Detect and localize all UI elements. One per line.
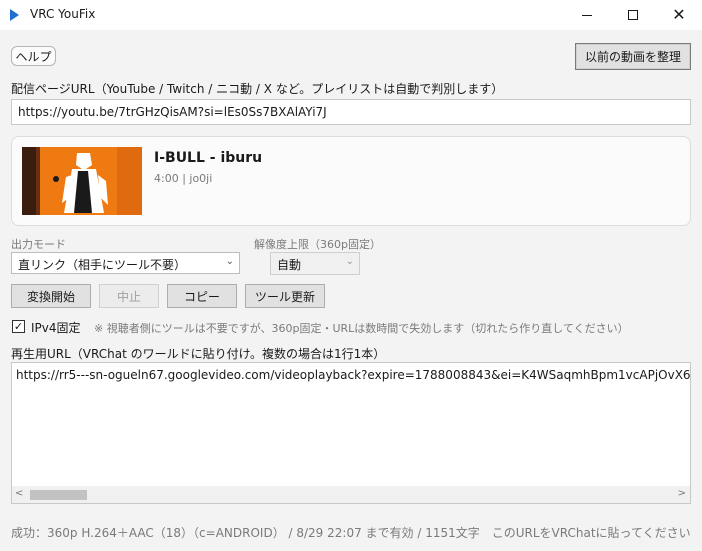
video-meta: 4:00 | jo0ji [154, 172, 213, 185]
scroll-left-icon[interactable]: < [15, 488, 23, 499]
convert-start-button[interactable]: 変換開始 [11, 284, 91, 308]
stop-button[interactable]: 中止 [99, 284, 159, 308]
chevron-down-icon: ⌄ [225, 256, 234, 267]
close-button[interactable]: ✕ [656, 0, 702, 30]
copy-button[interactable]: コピー [167, 284, 237, 308]
ipv4-note: ※ 視聴者側にツールは不要ですが、360p固定・URLは数時間で失効します（切れ… [94, 322, 629, 335]
ipv4-checkbox[interactable]: ✓ [12, 320, 25, 333]
chevron-down-icon: ⌄ [345, 256, 354, 267]
resolution-value: 自動 [277, 258, 302, 272]
app-icon [10, 9, 19, 21]
video-title: I-BULL - iburu [154, 150, 263, 166]
video-thumbnail [22, 147, 142, 215]
source-url-label: 配信ページURL（YouTube / Twitch / ニコ動 / X など。プ… [11, 82, 504, 96]
title-bar: VRC YouFix ✕ [0, 0, 702, 30]
ipv4-label[interactable]: IPv4固定 [31, 319, 81, 336]
scroll-right-icon[interactable]: > [678, 488, 686, 499]
help-button[interactable]: ヘルプ [11, 46, 56, 66]
status-text: 成功：360p H.264＋AAC（18）（c=ANDROID） / 8/29 … [11, 526, 691, 540]
horizontal-scrollbar[interactable]: < > [12, 486, 690, 503]
close-icon: ✕ [672, 5, 686, 24]
output-mode-value: 直リンク（相手にツール不要） [18, 258, 187, 272]
result-url-text: https://rr5---sn-ogueln67.googlevideo.co… [16, 368, 691, 382]
scrollbar-thumb[interactable] [30, 490, 87, 500]
output-mode-select[interactable]: 直リンク（相手にツール不要） ⌄ [11, 252, 240, 274]
result-url-label: 再生用URL（VRChat のワールドに貼り付け。複数の場合は1行1本） [11, 347, 386, 361]
result-url-textarea[interactable]: https://rr5---sn-ogueln67.googlevideo.co… [11, 362, 691, 504]
minimize-button[interactable] [564, 0, 610, 30]
tool-update-button[interactable]: ツール更新 [245, 284, 325, 308]
resolution-label: 解像度上限（360p固定） [254, 238, 381, 251]
resolution-select[interactable]: 自動 ⌄ [270, 252, 360, 275]
window-title: VRC YouFix [30, 7, 96, 21]
video-card: I-BULL - iburu 4:00 | jo0ji [11, 136, 691, 226]
minimize-icon [582, 14, 592, 16]
tidy-old-videos-button[interactable]: 以前の動画を整理 [575, 43, 691, 70]
source-url-input[interactable]: https://youtu.be/7trGHzQisAM?si=lEs0Ss7B… [11, 99, 691, 125]
maximize-button[interactable] [610, 0, 656, 30]
output-mode-label: 出力モード [11, 238, 66, 251]
maximize-icon [628, 10, 638, 20]
